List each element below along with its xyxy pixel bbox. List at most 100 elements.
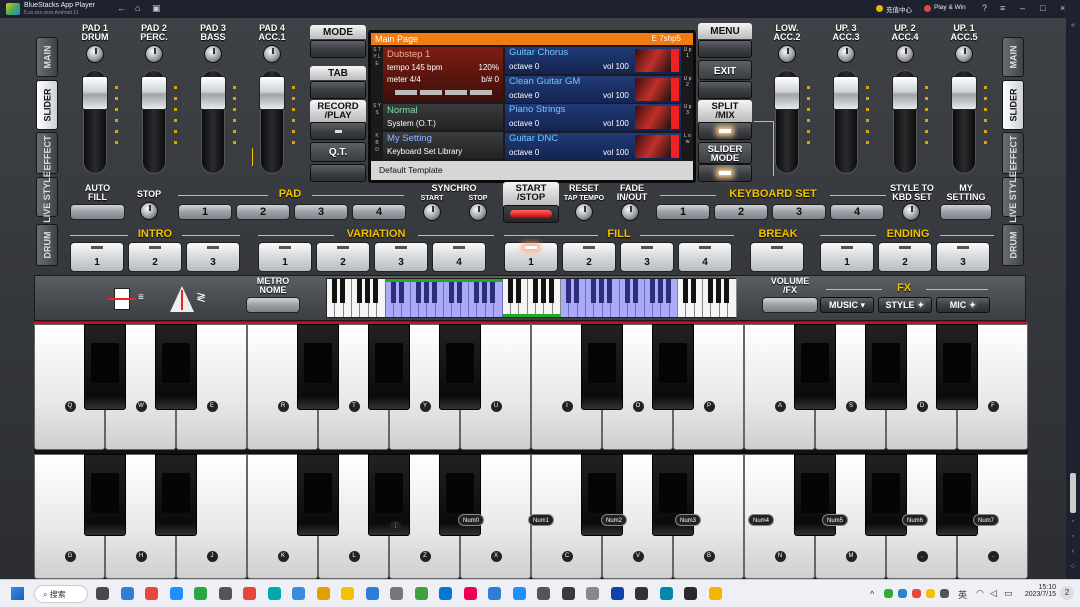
break-button[interactable] (750, 242, 804, 272)
kbupper-black-key-4[interactable] (367, 324, 411, 410)
auto-fill-button[interactable] (70, 204, 125, 220)
kblower-black-key-1[interactable] (83, 454, 127, 536)
intro-button-2[interactable]: 2 (128, 242, 182, 272)
volume-fx-button[interactable] (762, 297, 818, 313)
taskbar-app-icon-2[interactable] (120, 587, 134, 600)
sidebar-scrollbar[interactable] (1070, 473, 1076, 513)
keyboard-range-navigator[interactable] (326, 278, 737, 318)
tray-chevron-icon[interactable]: ^ (870, 589, 874, 599)
volume-icon[interactable]: ◦ (1069, 518, 1077, 526)
left-knob-1[interactable] (86, 45, 104, 63)
reset-tap-tempo-knob[interactable] (575, 203, 593, 221)
voice-slot-4[interactable]: Guitar DNC octave 0 vol 100 (505, 132, 681, 160)
ending-button-1[interactable]: 1 (820, 242, 874, 272)
tab-live-style-left[interactable]: LIVE STYLE (36, 171, 58, 223)
intro-button-3[interactable]: 3 (186, 242, 240, 272)
taskbar-app-icon-10[interactable] (316, 587, 330, 600)
taskbar-app-icon-8[interactable] (267, 587, 281, 600)
tab-main-left[interactable]: MAIN (36, 37, 58, 77)
ending-button-2[interactable]: 2 (878, 242, 932, 272)
keyboard-set-button-3[interactable]: 3 (772, 204, 826, 220)
tab-effect-left[interactable]: EFFECT (36, 132, 58, 174)
tray-icon-3[interactable] (912, 589, 921, 598)
pad-button-2[interactable]: 2 (236, 204, 290, 220)
kblower-black-key-2[interactable] (154, 454, 198, 536)
taskbar-app-icon-23[interactable] (635, 587, 648, 600)
kblower-black-key-9[interactable] (864, 454, 908, 536)
kblower-black-key-10[interactable] (935, 454, 979, 536)
right-knob-2[interactable] (837, 45, 855, 63)
notification-badge[interactable]: 2 (1060, 586, 1074, 600)
exit-button[interactable] (698, 81, 752, 99)
taskbar-search-box[interactable]: ⌕ 搜索 (34, 585, 88, 603)
right-slider-handle-4[interactable] (951, 76, 977, 110)
taskbar-app-icon-21[interactable] (586, 587, 599, 600)
kbupper-black-key-7[interactable] (651, 324, 695, 410)
keyboard-set-button-1[interactable]: 1 (656, 204, 710, 220)
qt-button[interactable] (310, 164, 366, 182)
right-slider-handle-1[interactable] (774, 76, 800, 110)
taskbar-app-icon-3[interactable] (145, 587, 158, 600)
left-knob-3[interactable] (204, 45, 222, 63)
menu-icon[interactable]: ≡ (1000, 3, 1005, 13)
keyboard-set-button-2[interactable]: 2 (714, 204, 768, 220)
stop-knob[interactable] (140, 202, 158, 220)
taskbar-app-icon-19[interactable] (537, 587, 550, 600)
taskbar-app-icon-7[interactable] (243, 587, 256, 600)
taskbar-app-icon-13[interactable] (390, 587, 403, 600)
ending-button-3[interactable]: 3 (936, 242, 990, 272)
variation-button-1[interactable]: 1 (258, 242, 312, 272)
expand-icon[interactable]: « (1069, 22, 1077, 30)
pad-button-4[interactable]: 4 (352, 204, 406, 220)
keyboard-set-panel[interactable]: My Setting Keyboard Set Library (383, 132, 503, 159)
taskbar-app-icon-14[interactable] (414, 587, 428, 600)
close-icon[interactable]: × (1060, 3, 1065, 13)
tab-slider-left[interactable]: SLIDER (36, 80, 58, 130)
taskbar-app-icon-24[interactable] (659, 587, 673, 600)
kbupper-black-key-8[interactable] (793, 324, 837, 410)
variation-button-3[interactable]: 3 (374, 242, 428, 272)
left-slider-handle-1[interactable] (82, 76, 108, 110)
fill-button-2[interactable]: 2 (562, 242, 616, 272)
tab-drum-left[interactable]: DRUM (36, 224, 58, 266)
transpose-icon[interactable]: ≡ (108, 286, 148, 312)
taskbar-app-icon-1[interactable] (96, 587, 109, 600)
taskbar-app-icon-25[interactable] (684, 587, 697, 600)
my-setting-button[interactable] (940, 204, 992, 220)
style-panel[interactable]: Dubstep 1 tempo 145 bpm 120% meter 4/4 b… (383, 47, 503, 102)
left-slider-handle-3[interactable] (200, 76, 226, 110)
kbupper-black-key-5[interactable] (438, 324, 482, 410)
voice-slot-2[interactable]: Clean Guitar GM octave 0 vol 100 (505, 75, 681, 103)
metronome-button[interactable] (246, 297, 300, 313)
kbupper-black-key-6[interactable] (580, 324, 624, 410)
taskbar-app-icon-22[interactable] (610, 587, 624, 600)
variation-button-2[interactable]: 2 (316, 242, 370, 272)
right-knob-3[interactable] (896, 45, 914, 63)
kblower-black-key-3[interactable] (296, 454, 340, 536)
record-play-button[interactable] (310, 122, 366, 140)
mode-button[interactable] (310, 40, 366, 58)
fill-button-3[interactable]: 3 (620, 242, 674, 272)
fx-mic-button[interactable]: MIC ✦ (936, 297, 990, 313)
wifi-icon[interactable]: ◠ (976, 588, 984, 599)
fill-button-1[interactable]: 1 (504, 242, 558, 272)
rotate-icon[interactable]: ◦ (1069, 533, 1077, 541)
recharge-link[interactable]: 充值中心 (886, 4, 912, 14)
variation-button-4[interactable]: 4 (432, 242, 486, 272)
help-icon[interactable]: ? (982, 3, 987, 13)
kbupper-black-key-3[interactable] (296, 324, 340, 410)
taskbar-app-icon-6[interactable] (218, 587, 232, 600)
tab-drum-right[interactable]: DRUM (1002, 224, 1024, 266)
template-name[interactable]: Default Template (379, 165, 443, 175)
taskbar-app-icon-11[interactable] (341, 587, 354, 600)
ime-language[interactable]: 英 (958, 588, 967, 601)
left-knob-2[interactable] (145, 45, 163, 63)
split-mix-button[interactable] (698, 122, 752, 140)
synchro-start-knob[interactable] (423, 203, 441, 221)
right-knob-1[interactable] (778, 45, 796, 63)
fill-button-4[interactable]: 4 (678, 242, 732, 272)
back-icon[interactable]: ← (117, 3, 126, 13)
taskbar-app-icon-20[interactable] (561, 587, 575, 600)
taskbar-app-icon-18[interactable] (512, 587, 526, 600)
windows-start-icon[interactable] (11, 587, 24, 600)
